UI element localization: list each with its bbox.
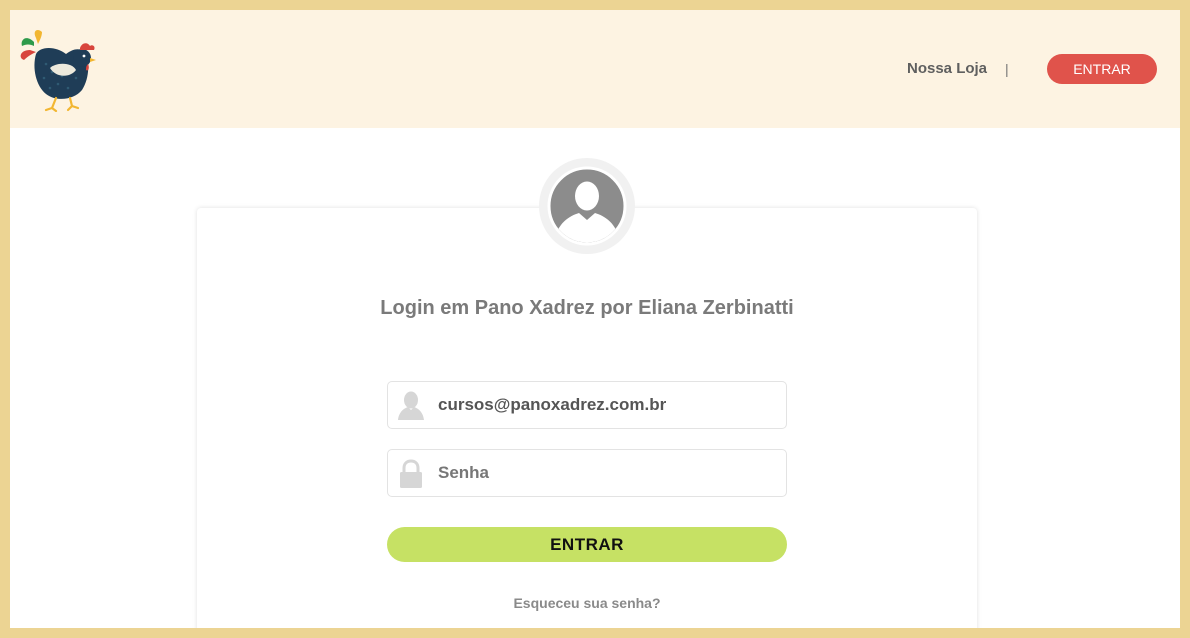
header-login-button[interactable]: ENTRAR [1047,54,1157,84]
nav-separator: | [1005,61,1009,77]
password-field[interactable] [387,449,787,497]
user-icon [397,391,425,421]
site-header: Nossa Loja | ENTRAR [10,10,1180,128]
forgot-password-link[interactable]: Esqueceu sua senha? [197,595,977,611]
email-field[interactable] [387,381,787,429]
user-avatar-icon [539,158,635,254]
lock-icon [397,459,425,489]
submit-login-button[interactable]: ENTRAR [387,527,787,562]
rooster-logo[interactable] [16,28,104,113]
nav-link-nossa-loja[interactable]: Nossa Loja [907,60,987,77]
email-input[interactable] [438,382,778,428]
login-title: Login em Pano Xadrez por Eliana Zerbinat… [380,297,794,319]
password-input[interactable] [438,450,778,496]
page-frame: Nossa Loja | ENTRAR Login em Pano Xadrez… [10,10,1180,628]
